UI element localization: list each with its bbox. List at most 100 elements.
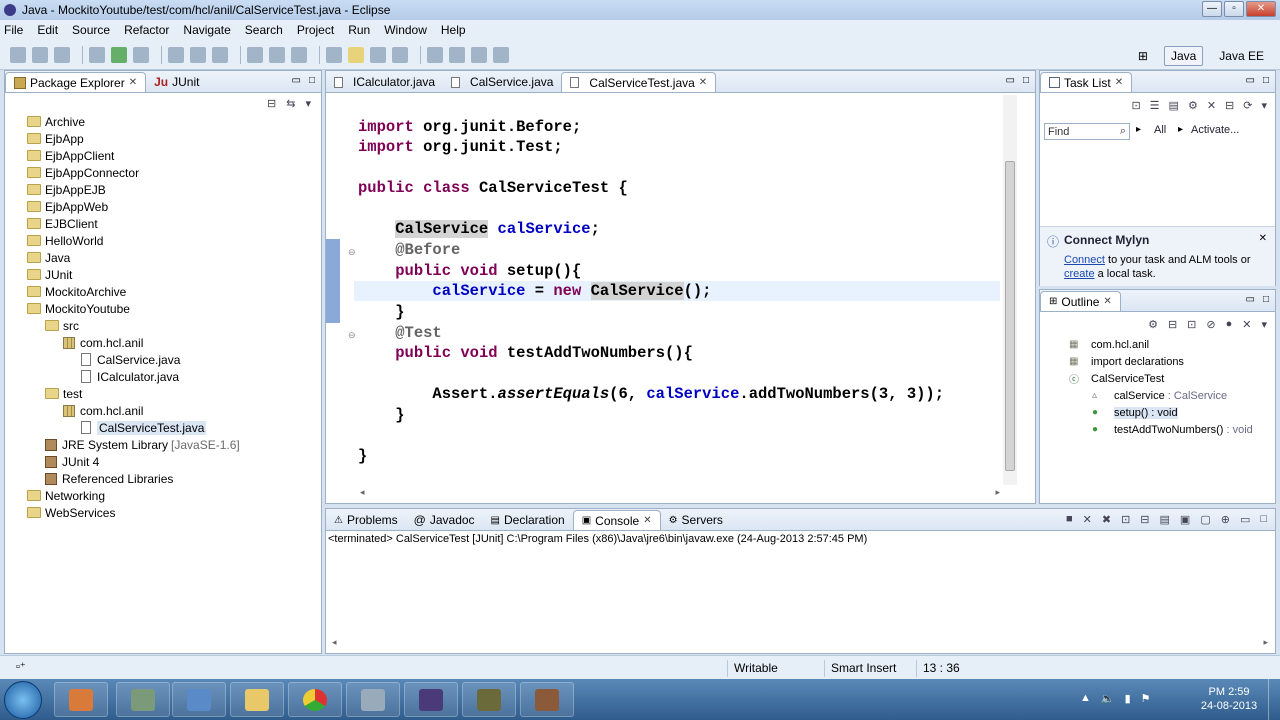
tab-declaration[interactable]: ▤ Declaration bbox=[483, 510, 573, 530]
tree-item[interactable]: EjbAppEJB bbox=[5, 181, 321, 198]
open-task-icon[interactable] bbox=[269, 46, 285, 63]
minimize-button[interactable]: — bbox=[1202, 1, 1222, 17]
code-area[interactable]: import org.junit.Before; import org.juni… bbox=[326, 71, 1006, 491]
pin-console-icon[interactable]: ▣ bbox=[1180, 513, 1190, 526]
back-icon[interactable] bbox=[471, 46, 487, 63]
tree-item[interactable]: src bbox=[5, 317, 321, 334]
menu-search[interactable]: Search bbox=[245, 23, 283, 37]
tree-item[interactable]: ICalculator.java bbox=[5, 368, 321, 385]
maximize-button[interactable]: ▫ bbox=[1224, 1, 1244, 17]
close-button[interactable]: ✕ bbox=[1246, 1, 1276, 17]
tab-console[interactable]: ▣ Console ✕ bbox=[572, 510, 661, 530]
minimize-view-icon[interactable]: ▭ bbox=[292, 75, 301, 86]
minimize-view-icon[interactable]: ▭ bbox=[1246, 75, 1255, 86]
remove-launch-icon[interactable]: ✕ bbox=[1083, 513, 1092, 526]
maximize-view-icon[interactable]: □ bbox=[1263, 294, 1269, 305]
save-icon[interactable] bbox=[32, 46, 48, 63]
print-icon[interactable] bbox=[54, 46, 70, 63]
perspective-javaee[interactable]: Java EE bbox=[1213, 47, 1270, 65]
tree-item[interactable]: Archive bbox=[5, 113, 321, 130]
toggle-mark-occurrences-icon[interactable] bbox=[326, 46, 342, 63]
minimize-view-icon[interactable]: ▭ bbox=[1246, 294, 1255, 305]
tree-item[interactable]: com.hcl.anil bbox=[5, 334, 321, 351]
new-class-icon[interactable] bbox=[212, 46, 228, 63]
outline-item[interactable]: ▦ import declarations bbox=[1040, 353, 1275, 370]
show-desktop-button[interactable] bbox=[1268, 679, 1280, 720]
close-tab-icon[interactable]: ✕ bbox=[643, 515, 651, 526]
taskbar-app[interactable] bbox=[172, 682, 226, 717]
next-annotation-icon[interactable] bbox=[427, 46, 443, 63]
activate-link[interactable]: Activate... bbox=[1191, 124, 1239, 136]
fast-view-icon[interactable]: ▫⁺ bbox=[16, 660, 26, 673]
open-type-icon[interactable] bbox=[247, 46, 263, 63]
tab-junit[interactable]: Ju JUnit bbox=[146, 72, 207, 92]
maximize-view-icon[interactable]: □ bbox=[309, 75, 315, 86]
fold-icon[interactable]: ⊖ bbox=[348, 247, 356, 258]
show-whitespace-icon[interactable] bbox=[370, 46, 386, 63]
remove-all-icon[interactable]: ✖ bbox=[1102, 513, 1111, 526]
minimize-view-icon[interactable]: ▭ bbox=[1006, 75, 1015, 86]
external-tools-icon[interactable] bbox=[133, 46, 149, 63]
taskbar-app[interactable] bbox=[346, 682, 400, 717]
perspective-java[interactable]: Java bbox=[1163, 46, 1204, 66]
find-input[interactable]: Find ⌕ bbox=[1044, 123, 1130, 140]
new-task-icon[interactable]: ⊡ bbox=[1131, 99, 1140, 112]
taskbar-app[interactable] bbox=[54, 682, 108, 717]
search-icon[interactable] bbox=[291, 46, 307, 63]
connect-link[interactable]: Connect bbox=[1064, 254, 1105, 266]
fold-icon[interactable]: ⊖ bbox=[348, 330, 356, 341]
start-button[interactable] bbox=[4, 681, 42, 719]
view-menu-icon[interactable]: ▾ bbox=[305, 97, 311, 110]
taskbar-app[interactable] bbox=[230, 682, 284, 717]
speaker-icon[interactable]: 🔈 bbox=[1101, 692, 1115, 705]
clock[interactable]: PM 2:59 24-08-2013 bbox=[1200, 685, 1258, 713]
horizontal-scrollbar[interactable]: ◂ ▸ bbox=[326, 637, 1274, 649]
scrollbar-thumb[interactable] bbox=[1005, 161, 1015, 471]
vertical-scrollbar[interactable] bbox=[1003, 95, 1017, 485]
tab-problems[interactable]: ⚠ Problems bbox=[326, 510, 406, 530]
tree-item[interactable]: EjbAppClient bbox=[5, 147, 321, 164]
tree-item[interactable]: JUnit 4 bbox=[5, 453, 321, 470]
arrow-up-icon[interactable]: ▲ bbox=[1080, 692, 1091, 705]
tree-item[interactable]: JUnit bbox=[5, 266, 321, 283]
run-icon[interactable] bbox=[111, 46, 127, 63]
taskbar-chrome[interactable] bbox=[288, 682, 342, 717]
tab-outline[interactable]: ⊞ Outline ✕ bbox=[1040, 291, 1121, 311]
all-link[interactable]: All bbox=[1154, 124, 1166, 136]
tree-item[interactable]: EjbAppWeb bbox=[5, 198, 321, 215]
taskbar-app[interactable] bbox=[520, 682, 574, 717]
tree-item[interactable]: com.hcl.anil bbox=[5, 402, 321, 419]
tree-item[interactable]: Networking bbox=[5, 487, 321, 504]
tab-servers[interactable]: ⚙ Servers bbox=[661, 510, 731, 530]
forward-icon[interactable] bbox=[493, 46, 509, 63]
tab-javadoc[interactable]: @ Javadoc bbox=[406, 510, 483, 530]
open-perspective-icon[interactable]: ⊞ bbox=[1132, 47, 1154, 65]
taskbar-app[interactable] bbox=[116, 682, 170, 717]
menu-file[interactable]: File bbox=[4, 23, 23, 37]
collapse-icon[interactable]: ⊟ bbox=[1225, 99, 1234, 112]
scheduled-icon[interactable]: ▤ bbox=[1169, 99, 1179, 112]
view-menu-icon[interactable]: ▾ bbox=[1261, 99, 1267, 112]
tab-task-list[interactable]: Task List ✕ bbox=[1040, 72, 1133, 92]
taskbar-app[interactable] bbox=[462, 682, 516, 717]
tree-item[interactable]: Java bbox=[5, 249, 321, 266]
tree-item[interactable]: EJBClient bbox=[5, 215, 321, 232]
menu-refactor[interactable]: Refactor bbox=[124, 23, 169, 37]
tab-package-explorer[interactable]: Package Explorer ✕ bbox=[5, 72, 147, 92]
debug-icon[interactable] bbox=[89, 46, 105, 63]
new-package-icon[interactable] bbox=[190, 46, 206, 63]
menu-help[interactable]: Help bbox=[441, 23, 466, 37]
collapse-all-icon[interactable]: ⊟ bbox=[267, 97, 276, 110]
menu-window[interactable]: Window bbox=[384, 23, 427, 37]
close-tab-icon[interactable]: ✕ bbox=[1103, 296, 1111, 307]
tree-item[interactable]: CalServiceTest.java bbox=[5, 419, 321, 436]
hide-nonpublic-icon[interactable]: ● bbox=[1226, 318, 1233, 331]
new-java-project-icon[interactable] bbox=[168, 46, 184, 63]
collapse-all-icon[interactable]: ⊟ bbox=[1168, 318, 1177, 331]
taskbar-eclipse[interactable] bbox=[404, 682, 458, 717]
tree-item[interactable]: Referenced Libraries bbox=[5, 470, 321, 487]
hide-local-types-icon[interactable]: ✕ bbox=[1242, 318, 1251, 331]
menu-run[interactable]: Run bbox=[348, 23, 370, 37]
create-link[interactable]: create bbox=[1064, 268, 1095, 280]
link-editor-icon[interactable]: ⇆ bbox=[286, 97, 295, 110]
